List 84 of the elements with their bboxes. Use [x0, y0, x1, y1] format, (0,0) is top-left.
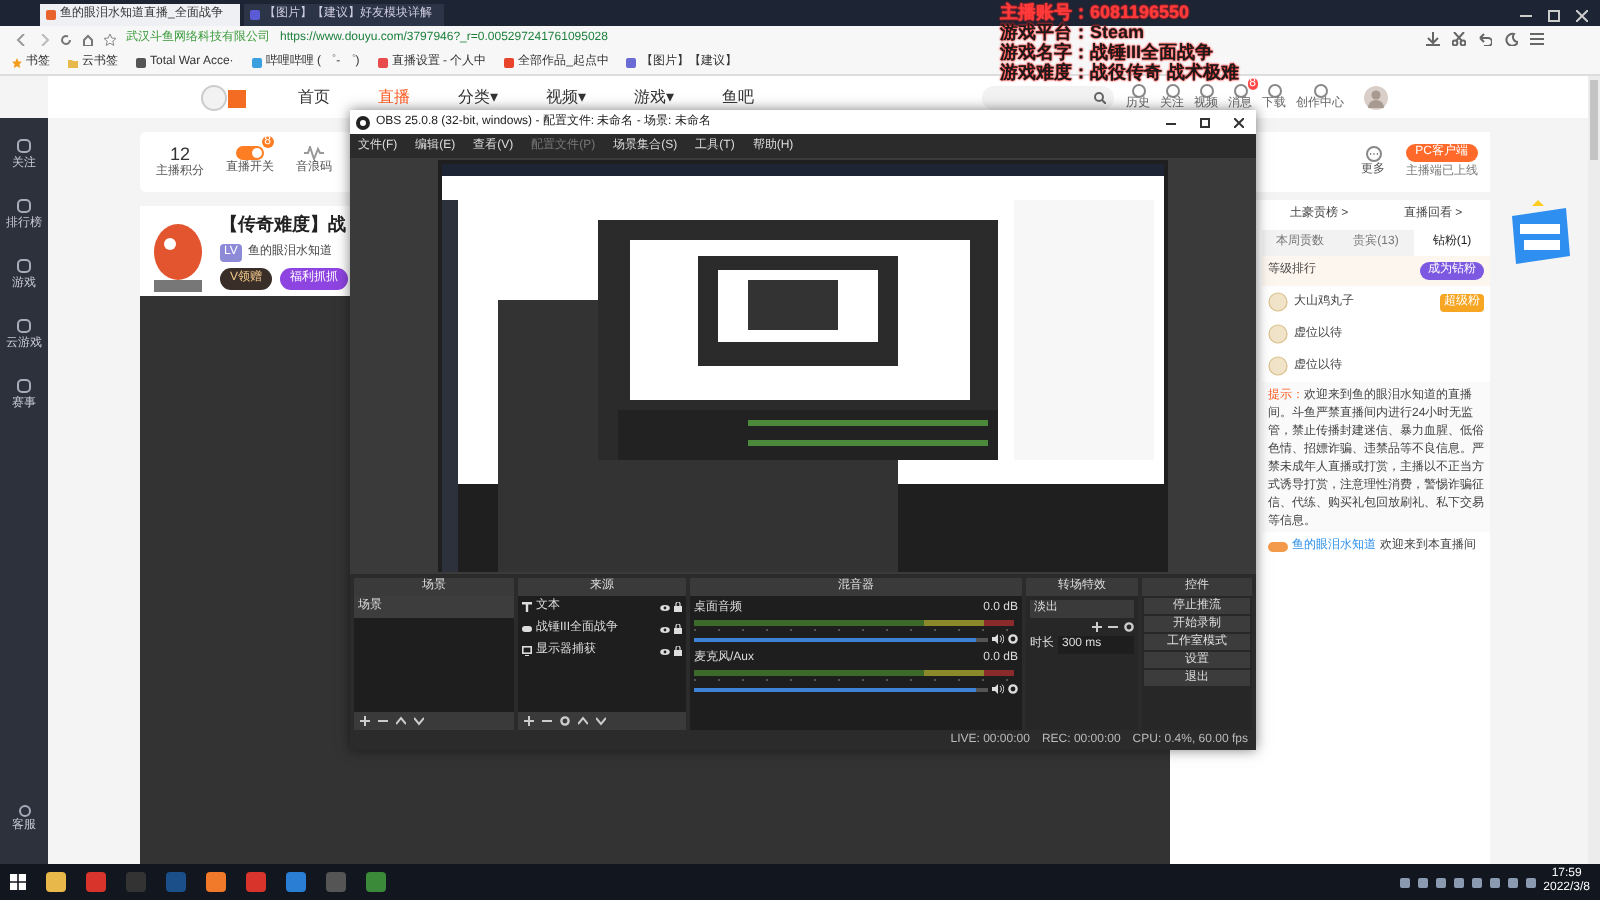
menu-icon [1530, 32, 1544, 46]
page-icon [250, 10, 260, 20]
toggle-icon [236, 146, 264, 160]
speaker-icon [992, 684, 1004, 694]
back-icon [16, 33, 28, 45]
nav-icon [1131, 83, 1145, 97]
close-icon [1234, 117, 1244, 127]
sidebar-icon [16, 258, 32, 274]
page-icon [504, 58, 515, 68]
remove-icon [378, 716, 388, 726]
sidebar-icon [16, 378, 32, 394]
nav-link[interactable]: 视频▾ [546, 85, 586, 109]
gamepad-icon [522, 624, 532, 634]
moon-icon [1504, 32, 1518, 46]
search-field[interactable] [982, 85, 1114, 109]
up-icon [396, 716, 406, 726]
waveform-icon [304, 146, 324, 160]
sidebar-icon [16, 138, 32, 154]
scissors-icon [1452, 32, 1466, 46]
star-icon [12, 58, 22, 68]
nav-link[interactable]: 鱼吧 [722, 85, 754, 109]
scrollbar[interactable] [1588, 76, 1600, 864]
nav-icon [1267, 83, 1281, 97]
lock-icon [674, 602, 682, 612]
page-icon [251, 58, 262, 68]
sidebar-icon [16, 198, 32, 214]
sidebar-icon [16, 318, 32, 334]
text-icon [522, 602, 532, 612]
add-icon [524, 716, 534, 726]
gear-icon [1008, 684, 1018, 694]
maximize-icon [1548, 10, 1560, 22]
nav-link[interactable]: 首页 [298, 85, 330, 109]
speaker-icon [992, 634, 1004, 644]
remove-icon [1108, 622, 1118, 632]
page-icon [136, 58, 146, 68]
add-icon [360, 716, 370, 726]
windows-start-icon [10, 874, 26, 890]
minimize-icon [1520, 10, 1532, 22]
headset-icon [17, 804, 31, 818]
search-icon [1094, 91, 1106, 103]
home-icon [82, 33, 94, 45]
avatar-icon [1364, 85, 1388, 109]
close-icon [1576, 10, 1588, 22]
badge-icon [1268, 542, 1288, 552]
page-icon [377, 58, 388, 68]
folder-icon [68, 58, 78, 68]
nav-icon [1199, 83, 1213, 97]
nav-icon [1233, 83, 1247, 97]
overlay-text: 游戏平台：Steam [1000, 22, 1147, 42]
monitor-icon [522, 646, 532, 656]
minimize-icon [1166, 117, 1176, 127]
overlay-text: 主播账号：6081196550 [1000, 2, 1192, 22]
nav-link[interactable]: 分类▾ [458, 85, 498, 109]
nav-link[interactable]: 游戏▾ [634, 85, 674, 109]
maximize-icon [1200, 117, 1210, 127]
logo-icon [200, 83, 248, 111]
overlay-text: 游戏名字：战锤III全面战争 [1000, 42, 1216, 62]
overlay-text: 游戏难度：战役传奇 战术极难 [1000, 62, 1240, 82]
down-icon [596, 716, 606, 726]
more-icon [1365, 145, 1382, 161]
page-icon [46, 10, 56, 20]
undo-icon [1478, 32, 1492, 46]
nav-icon [1313, 83, 1327, 97]
room-title: 【传奇难度】战 [220, 211, 348, 238]
download-icon [1426, 32, 1440, 46]
forward-icon [38, 33, 50, 45]
page-icon [626, 58, 637, 68]
reload-icon [60, 33, 72, 45]
eye-icon [660, 625, 670, 633]
down-icon [414, 716, 424, 726]
remove-icon [542, 716, 552, 726]
obs-logo-icon [356, 115, 370, 129]
eye-icon [660, 603, 670, 611]
add-icon [1092, 622, 1102, 632]
gear-icon [560, 716, 570, 726]
up-icon [578, 716, 588, 726]
gear-icon [1124, 622, 1134, 632]
gear-icon [1008, 634, 1018, 644]
lock-icon [674, 646, 682, 656]
eye-icon [660, 647, 670, 655]
nav-icon [1165, 83, 1179, 97]
score-value: 12 [169, 143, 190, 163]
star-icon [104, 33, 116, 45]
lock-icon [674, 624, 682, 634]
